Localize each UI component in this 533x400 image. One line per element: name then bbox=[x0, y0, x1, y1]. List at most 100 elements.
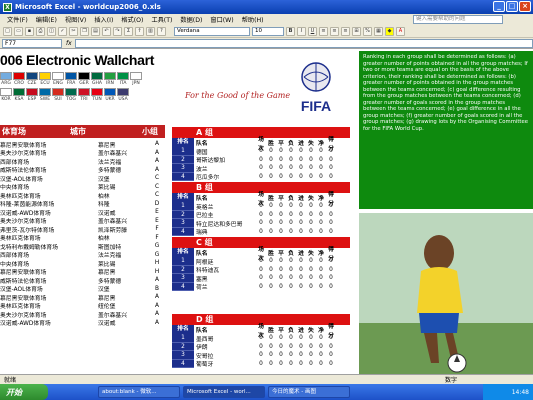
open-icon[interactable]: ▭ bbox=[14, 26, 23, 36]
align-right-icon[interactable]: ≡ bbox=[341, 26, 350, 36]
team-row[interactable]: 1 阿根廷 0 0 0 0 0 0 0 0 bbox=[172, 257, 350, 266]
venue-row[interactable]: 奥夫沙尔克体育场 盖尔森基兴 A bbox=[0, 149, 165, 158]
taskbar-item-paint[interactable]: 今日的魔术 - 画图 bbox=[268, 386, 350, 398]
taskbar-item-excel[interactable]: Microsoft Excel - worl... bbox=[183, 386, 265, 398]
stat-cell: 0 bbox=[279, 352, 283, 359]
undo-icon[interactable]: ↶ bbox=[102, 26, 111, 36]
font-size-select[interactable]: 10 bbox=[252, 26, 284, 36]
close-button[interactable]: × bbox=[519, 1, 531, 12]
bold-icon[interactable]: B bbox=[286, 26, 295, 36]
redo-icon[interactable]: ↷ bbox=[113, 26, 122, 36]
preview-icon[interactable]: ◫ bbox=[47, 26, 56, 36]
stat-header: 平 bbox=[278, 328, 284, 334]
venue-row[interactable]: 慕尼黑安联体育场 慕尼黑 H bbox=[0, 268, 165, 277]
start-button[interactable]: 开始 bbox=[0, 384, 48, 400]
merge-icon[interactable]: ⊞ bbox=[352, 26, 361, 36]
venue-row[interactable]: 戈特利布戴姆勒体育场 斯图加特 G bbox=[0, 242, 165, 251]
team-row[interactable]: 1 英格兰 0 0 0 0 0 0 0 0 bbox=[172, 202, 350, 211]
venue-row[interactable]: 中央体育场 莱比锡 C bbox=[0, 183, 165, 192]
menu-item[interactable]: 窗口(W) bbox=[206, 15, 237, 24]
formula-input[interactable] bbox=[74, 38, 533, 48]
menu-item[interactable]: 数据(D) bbox=[176, 15, 206, 24]
taskbar-item-browser[interactable]: about:blank - 微软... bbox=[98, 386, 180, 398]
chart-icon[interactable]: ▥ bbox=[146, 26, 155, 36]
sort-asc-icon[interactable]: ↑ bbox=[135, 26, 144, 36]
rank-cell: 2 bbox=[172, 265, 194, 274]
venue-row[interactable]: 科隆-莱茵能源体育场 科隆 D bbox=[0, 200, 165, 209]
help-search-input[interactable]: 键入需要帮助的问题 bbox=[413, 15, 503, 24]
venue-row[interactable]: 弗里茨-瓦尔特体育场 凯泽斯劳滕 F bbox=[0, 225, 165, 234]
venue-row[interactable]: 中央体育场 莱比锡 H bbox=[0, 259, 165, 268]
flag-icon bbox=[13, 72, 25, 80]
team-row[interactable]: 4 葡萄牙 0 0 0 0 0 0 0 0 bbox=[172, 359, 350, 368]
team-row[interactable]: 4 荷兰 0 0 0 0 0 0 0 0 bbox=[172, 282, 350, 291]
venue-row[interactable]: 汉堡-AOL体育场 汉堡 B bbox=[0, 285, 165, 294]
flag-code: SUI bbox=[54, 97, 62, 102]
venue-row[interactable]: 汉诺威-AWD体育场 汉诺威 A bbox=[0, 319, 165, 328]
team-row[interactable]: 2 伊朗 0 0 0 0 0 0 0 0 bbox=[172, 342, 350, 351]
save-icon[interactable]: ▪ bbox=[25, 26, 34, 36]
sum-icon[interactable]: Σ bbox=[124, 26, 133, 36]
team-row[interactable]: 3 波兰 0 0 0 0 0 0 0 0 bbox=[172, 164, 350, 173]
font-color-icon[interactable]: A bbox=[396, 26, 405, 36]
menu-item[interactable]: 工具(T) bbox=[147, 15, 176, 24]
venue-row[interactable]: 威斯特法伦体育场 多特蒙德 A bbox=[0, 166, 165, 175]
team-row[interactable]: 3 特立尼达和多巴哥 0 0 0 0 0 0 0 0 bbox=[172, 219, 350, 228]
menu-item[interactable]: 文件(F) bbox=[3, 15, 32, 24]
italic-icon[interactable]: I bbox=[297, 26, 306, 36]
menu-item[interactable]: 帮助(H) bbox=[238, 15, 268, 24]
worksheet[interactable]: 006 Electronic Wallchart ARG CRO CZE ECU ENG… bbox=[0, 49, 533, 374]
team-row[interactable]: 4 瑞典 0 0 0 0 0 0 0 0 bbox=[172, 227, 350, 236]
venue-row[interactable]: 西部体育场 法兰克福 G bbox=[0, 251, 165, 260]
align-center-icon[interactable]: ≡ bbox=[330, 26, 339, 36]
menu-item[interactable]: 格式(O) bbox=[117, 15, 147, 24]
name-box[interactable]: F77 bbox=[2, 38, 62, 48]
maximize-button[interactable]: □ bbox=[506, 1, 518, 12]
copy-icon[interactable]: ❐ bbox=[80, 26, 89, 36]
menu-item[interactable]: 视图(V) bbox=[61, 15, 90, 24]
venue-row[interactable]: 汉堡-AOL体育场 汉堡 C bbox=[0, 174, 165, 183]
team-row[interactable]: 1 德国 0 0 0 0 0 0 0 0 bbox=[172, 147, 350, 156]
venue-row[interactable]: 西部体育场 法兰克福 A bbox=[0, 157, 165, 166]
stat-cell: 0 bbox=[269, 343, 273, 350]
menu-item[interactable]: 插入(I) bbox=[90, 15, 117, 24]
underline-icon[interactable]: U bbox=[308, 26, 317, 36]
paste-icon[interactable]: ▤ bbox=[91, 26, 100, 36]
group-table: B 组排名 队名 场次胜平负进失净得分 1 英格兰 0 0 0 0 0 0 0 0 2 巴拉圭 0 0 0 0 0 0 0… bbox=[172, 182, 350, 236]
cut-icon[interactable]: ✂ bbox=[69, 26, 78, 36]
svg-text:FIFA: FIFA bbox=[301, 98, 331, 114]
team-row[interactable]: 1 墨西哥 0 0 0 0 0 0 0 0 bbox=[172, 334, 350, 343]
venue-row[interactable]: 慕尼黑安联体育场 慕尼黑 A bbox=[0, 140, 165, 149]
team-row[interactable]: 2 巴拉圭 0 0 0 0 0 0 0 0 bbox=[172, 210, 350, 219]
menu-item[interactable]: 编辑(E) bbox=[32, 15, 61, 24]
venue-row[interactable]: 慕尼黑安联体育场 慕尼黑 A bbox=[0, 293, 165, 302]
font-name-select[interactable]: Verdana bbox=[174, 26, 250, 36]
borders-icon[interactable]: ▦ bbox=[374, 26, 383, 36]
venue-row[interactable]: 奥林匹克体育场 纽伦堡 A bbox=[0, 302, 165, 311]
spellcheck-icon[interactable]: ✓ bbox=[58, 26, 67, 36]
venue-row[interactable]: 威斯特法伦体育场 多特蒙德 A bbox=[0, 276, 165, 285]
venue-row[interactable]: 奥夫沙尔克体育场 盖尔森基兴 A bbox=[0, 310, 165, 319]
venue-row[interactable]: 汉诺威-AWD体育场 汉诺威 E bbox=[0, 208, 165, 217]
stat-header: 负 bbox=[288, 196, 294, 202]
team-row[interactable]: 4 厄瓜多尔 0 0 0 0 0 0 0 0 bbox=[172, 172, 350, 181]
new-icon[interactable]: □ bbox=[3, 26, 12, 36]
menu-bar: 文件(F) 编辑(E) 视图(V) 插入(I) 格式(O) 工具(T) 数据(D) 窗口(W)… bbox=[0, 14, 533, 25]
align-left-icon[interactable]: ≡ bbox=[319, 26, 328, 36]
venue-row[interactable]: 奥夫沙尔克体育场 盖尔森基兴 E bbox=[0, 217, 165, 226]
team-row[interactable]: 2 科特迪瓦 0 0 0 0 0 0 0 0 bbox=[172, 265, 350, 274]
help-icon[interactable]: ? bbox=[157, 26, 166, 36]
currency-icon[interactable]: % bbox=[363, 26, 372, 36]
venue-row[interactable]: 奥林匹克体育场 柏林 F bbox=[0, 234, 165, 243]
team-row[interactable]: 2 哥斯达黎加 0 0 0 0 0 0 0 0 bbox=[172, 155, 350, 164]
team-row[interactable]: 3 安哥拉 0 0 0 0 0 0 0 0 bbox=[172, 351, 350, 360]
print-icon[interactable]: ⎙ bbox=[36, 26, 45, 36]
stat-cell: 0 bbox=[259, 266, 263, 273]
venue-row[interactable]: 奥林匹克体育场 柏林 C bbox=[0, 191, 165, 200]
team-header: 队名 bbox=[196, 141, 208, 147]
fill-color-icon[interactable]: ◆ bbox=[385, 26, 394, 36]
stat-cell: 0 bbox=[319, 258, 323, 265]
team-row[interactable]: 3 塞黑 0 0 0 0 0 0 0 0 bbox=[172, 274, 350, 283]
status-num: 数字 bbox=[445, 377, 458, 384]
minimize-button[interactable]: _ bbox=[493, 1, 505, 12]
